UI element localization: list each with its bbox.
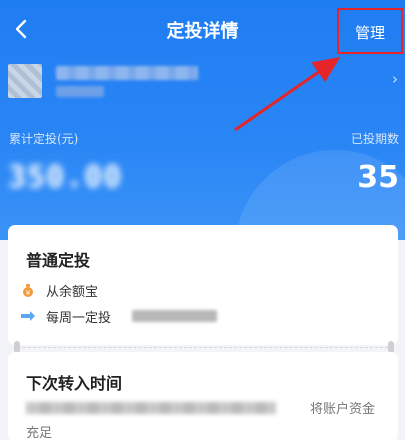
periods-label: 已投期数 bbox=[350, 132, 399, 146]
manage-button[interactable]: 管理 bbox=[339, 22, 401, 43]
fund-code-redacted bbox=[56, 86, 104, 97]
next-transfer-note-line2: 充足 bbox=[26, 426, 53, 440]
next-transfer-title: 下次转入时间 bbox=[26, 374, 123, 393]
plan-title: 普通定投 bbox=[26, 251, 91, 270]
manage-highlight-box: 管理 bbox=[337, 8, 403, 54]
card-divider bbox=[18, 347, 388, 348]
cumulative-label: 累计定投(元) bbox=[9, 132, 79, 146]
cumulative-value: 350.00 bbox=[8, 160, 123, 195]
source-label: 从余额宝 bbox=[46, 285, 99, 300]
source-row: ¥ 从余额宝 bbox=[20, 281, 220, 300]
next-transfer-card: 下次转入时间 将账户资金 充足 bbox=[8, 352, 398, 440]
fund-row[interactable]: › bbox=[8, 64, 400, 104]
header: 定投详情 管理 › 累计定投(元) 已投期数 350.00 35 bbox=[0, 0, 405, 240]
next-transfer-detail-redacted bbox=[26, 402, 276, 414]
arrow-right-icon bbox=[21, 311, 35, 321]
fund-name-redacted bbox=[56, 66, 198, 80]
nav-bar: 定投详情 管理 bbox=[0, 0, 405, 62]
plan-card: 普通定投 ¥ 从余额宝 每周一定投 bbox=[8, 225, 398, 345]
schedule-label: 每周一定投 bbox=[46, 311, 112, 326]
schedule-detail-redacted bbox=[132, 310, 217, 322]
svg-text:¥: ¥ bbox=[26, 289, 31, 297]
chevron-right-icon: › bbox=[392, 70, 398, 88]
fund-thumbnail bbox=[8, 64, 42, 98]
schedule-row: 每周一定投 bbox=[20, 307, 380, 326]
periods-value: 35 bbox=[357, 160, 399, 195]
next-transfer-note: 将账户资金 bbox=[310, 402, 376, 417]
money-bag-icon: ¥ bbox=[23, 284, 33, 297]
